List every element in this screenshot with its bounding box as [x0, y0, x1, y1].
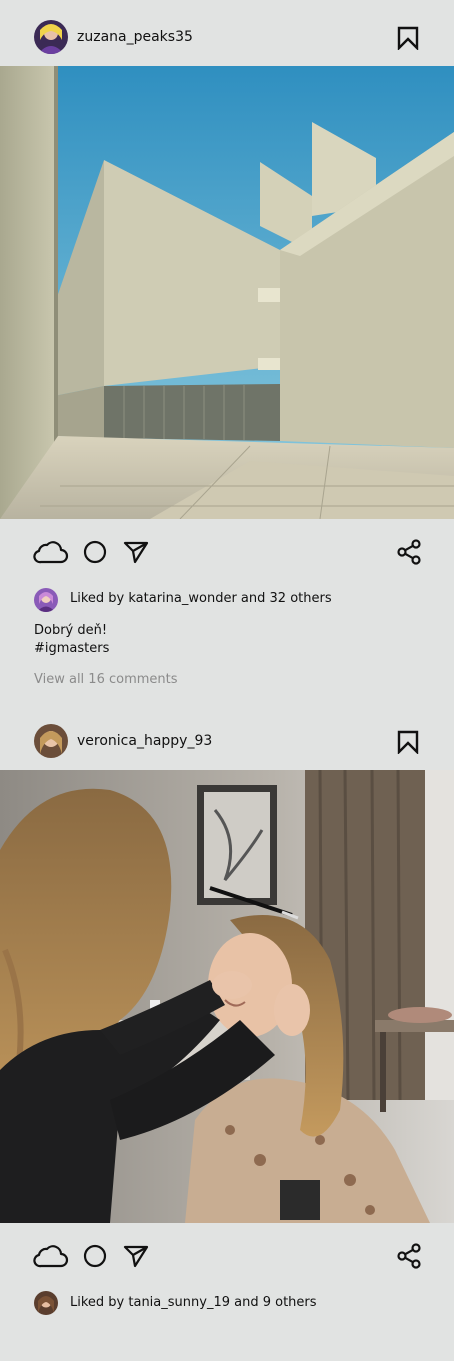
username[interactable]: veronica_happy_93 — [77, 733, 212, 749]
share-icon[interactable] — [396, 1243, 422, 1273]
bookmark-icon[interactable] — [397, 26, 419, 51]
post-photo[interactable] — [0, 770, 454, 1223]
liked-by-text[interactable]: Liked by tania_sunny_19 and 9 others — [70, 1295, 317, 1310]
view-comments-link[interactable]: View all 16 comments — [34, 672, 178, 687]
bookmark-icon[interactable] — [397, 730, 419, 755]
share-icon[interactable] — [396, 539, 422, 569]
comment-icon[interactable] — [83, 1244, 107, 1272]
post-actions — [0, 532, 454, 572]
liked-by-avatar[interactable] — [34, 1291, 58, 1315]
caption-text: Dobrý deň! — [34, 623, 108, 638]
caption-hashtag[interactable]: #igmasters — [34, 640, 109, 658]
comment-icon[interactable] — [83, 540, 107, 568]
liked-by-avatar[interactable] — [34, 588, 58, 612]
post-header: zuzana_peaks35 — [0, 4, 454, 70]
username[interactable]: zuzana_peaks35 — [77, 29, 193, 45]
user-avatar[interactable] — [34, 724, 68, 758]
post-photo[interactable] — [0, 66, 454, 519]
concrete-architecture-photo — [0, 66, 454, 519]
makeup-artist-photo — [0, 770, 454, 1223]
liked-by-text[interactable]: Liked by katarina_wonder and 32 others — [70, 591, 332, 606]
user-avatar[interactable] — [34, 20, 68, 54]
send-icon[interactable] — [123, 1244, 149, 1272]
like-icon[interactable] — [33, 1242, 69, 1272]
like-icon[interactable] — [33, 538, 69, 568]
post-actions — [0, 1236, 454, 1276]
liked-by-row: Liked by tania_sunny_19 and 9 others — [0, 1291, 454, 1317]
send-icon[interactable] — [123, 540, 149, 568]
post-header: veronica_happy_93 — [0, 708, 454, 774]
post-caption: Dobrý deň! #igmasters — [34, 622, 109, 658]
liked-by-row: Liked by katarina_wonder and 32 others — [0, 587, 454, 613]
